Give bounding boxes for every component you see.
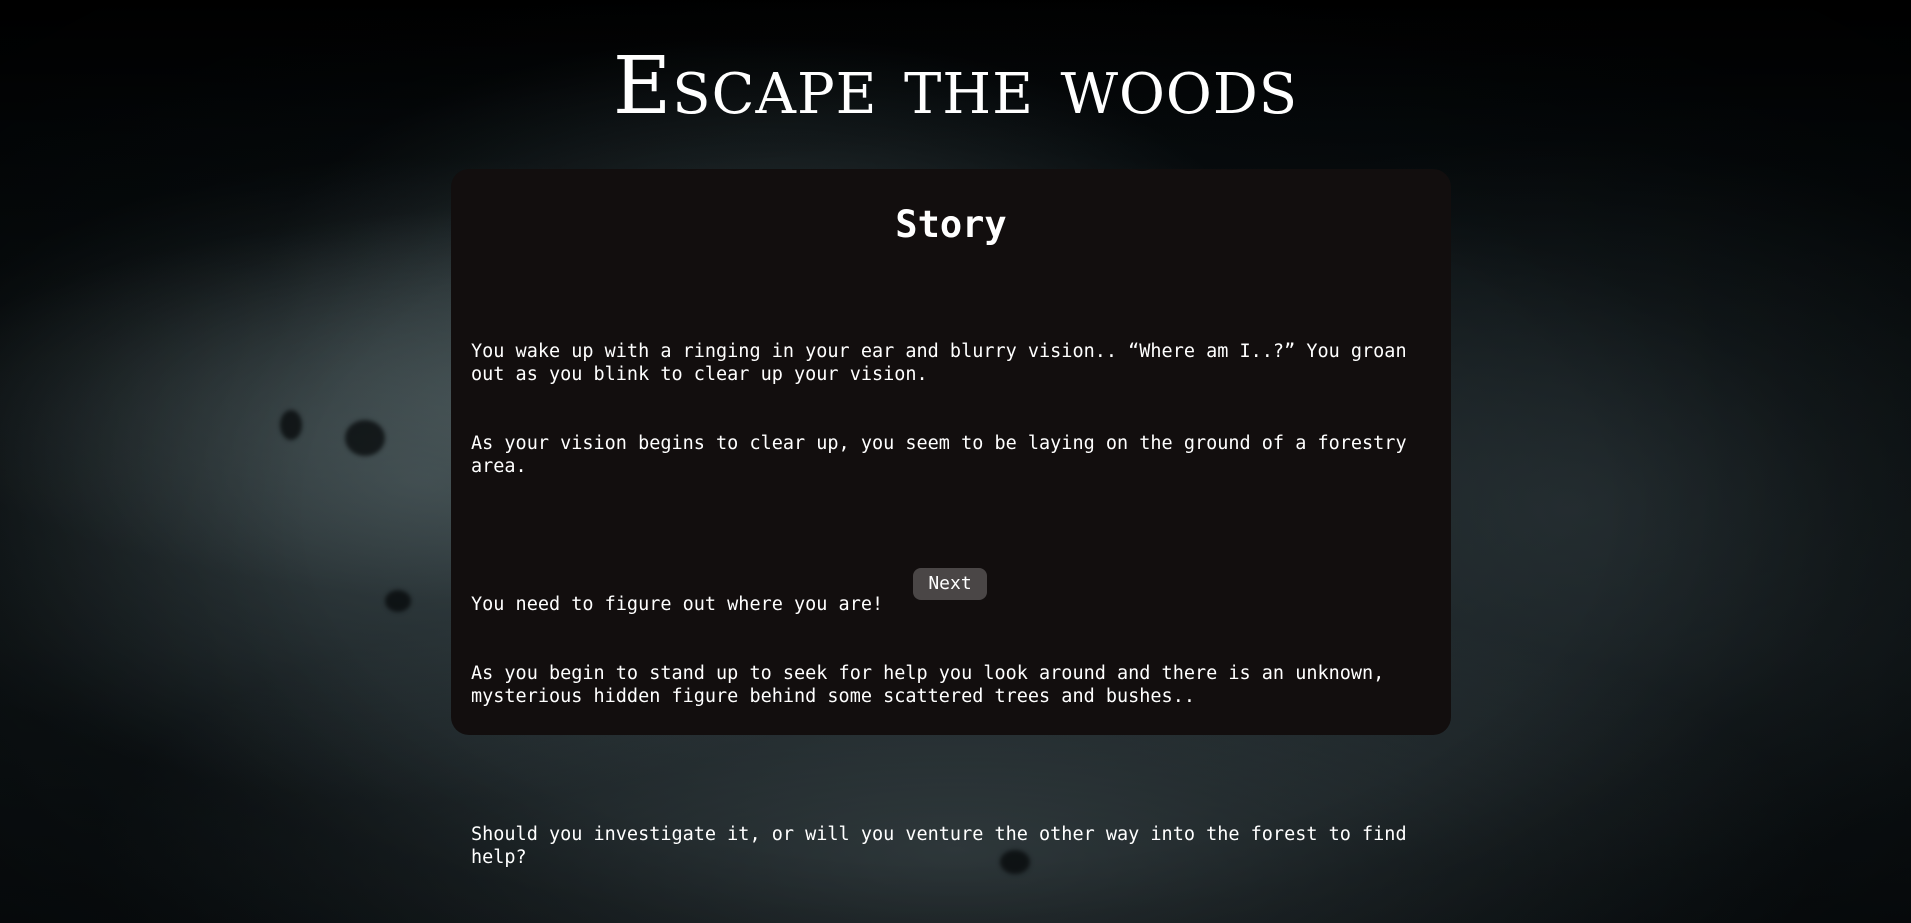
page-title: Escape the woods xyxy=(612,39,1299,132)
background-stain xyxy=(280,410,302,440)
background-stain xyxy=(385,590,411,612)
story-card: Story You wake up with a ringing in your… xyxy=(451,169,1451,868)
next-button[interactable]: Next xyxy=(913,568,987,600)
story-line: As you begin to stand up to seek for hel… xyxy=(471,663,1396,707)
background-stain xyxy=(345,420,385,456)
story-text: You wake up with a ringing in your ear a… xyxy=(471,294,1421,915)
story-line: You wake up with a ringing in your ear a… xyxy=(471,341,1418,385)
story-heading: Story xyxy=(895,203,1007,246)
story-line: As your vision begins to clear up, you s… xyxy=(471,433,1418,477)
story-line: Should you investigate it, or will you v… xyxy=(471,824,1418,868)
